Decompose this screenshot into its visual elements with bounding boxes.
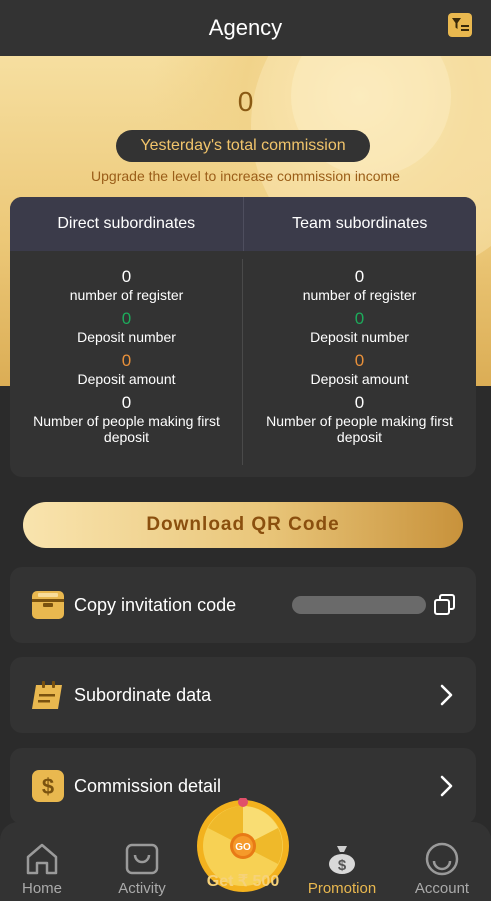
stat-first-deposit: 0 Number of people making first deposit xyxy=(243,393,476,445)
subordinate-data-row[interactable]: Subordinate data xyxy=(10,657,476,733)
stat-value: 0 xyxy=(121,309,132,328)
account-icon xyxy=(423,840,461,878)
stat-label: Deposit amount xyxy=(77,371,176,387)
svg-text:$: $ xyxy=(42,774,54,799)
direct-stats-column: 0 number of register 0 Deposit number 0 … xyxy=(10,251,243,477)
stat-first-deposit: 0 Number of people making first deposit xyxy=(10,393,243,445)
activity-icon xyxy=(123,840,161,878)
money-bag-icon: $ xyxy=(323,840,361,878)
home-icon xyxy=(23,840,61,878)
copy-icon[interactable] xyxy=(432,592,458,618)
stat-deposit-amount: 0 Deposit amount xyxy=(243,351,476,387)
wheel-go-label: GO xyxy=(235,842,251,853)
stat-label: Deposit number xyxy=(77,329,176,345)
copy-invitation-label: Copy invitation code xyxy=(74,594,237,615)
tab-promotion[interactable]: $ Promotion xyxy=(297,822,387,901)
commission-label: Yesterday's total commission xyxy=(116,130,370,162)
stat-register: 0 number of register xyxy=(243,267,476,303)
stat-deposit-amount: 0 Deposit amount xyxy=(10,351,243,387)
stat-value: 0 xyxy=(354,309,365,328)
stat-value: 0 xyxy=(354,393,365,412)
stat-value: 0 xyxy=(354,351,365,370)
dollar-icon: $ xyxy=(30,768,66,804)
subordinates-stats-card: Direct subordinates Team subordinates 0 … xyxy=(10,197,476,477)
app-header: Agency xyxy=(0,0,491,56)
stat-deposit-number: 0 Deposit number xyxy=(243,309,476,345)
page-title: Agency xyxy=(208,15,283,40)
tab-label: Account xyxy=(414,880,470,897)
tab-account[interactable]: Account xyxy=(397,822,487,901)
promo-bonus-label: Get ₹ 500 xyxy=(206,873,280,890)
stat-label: Number of people making first deposit xyxy=(33,413,220,445)
stat-value: 0 xyxy=(121,267,132,286)
copy-invitation-row[interactable]: Copy invitation code xyxy=(10,567,476,643)
direct-subordinates-title: Direct subordinates xyxy=(10,197,244,251)
tab-label: Activity xyxy=(118,880,166,897)
subordinate-data-label: Subordinate data xyxy=(74,684,212,705)
stat-label: number of register xyxy=(302,287,417,303)
team-stats-column: 0 number of register 0 Deposit number 0 … xyxy=(243,251,476,477)
tab-home[interactable]: Home xyxy=(0,822,87,901)
stat-label: Number of people making first deposit xyxy=(266,413,453,445)
chevron-right-icon xyxy=(440,684,453,706)
filter-button[interactable] xyxy=(447,12,473,38)
stat-deposit-number: 0 Deposit number xyxy=(10,309,243,345)
commission-value: 0 xyxy=(237,86,254,117)
stat-value: 0 xyxy=(354,267,365,286)
invitation-code-value xyxy=(292,596,426,614)
svg-text:$: $ xyxy=(338,857,347,874)
stat-label: number of register xyxy=(69,287,184,303)
filter-icon xyxy=(448,13,472,37)
stats-header: Direct subordinates Team subordinates xyxy=(10,197,476,251)
commission-detail-label: Commission detail xyxy=(74,775,222,796)
tab-label: Promotion xyxy=(307,880,377,897)
invitation-box-icon xyxy=(30,587,66,623)
column-divider xyxy=(242,259,243,465)
tab-activity[interactable]: Activity xyxy=(97,822,187,901)
stat-label: Deposit amount xyxy=(310,371,409,387)
team-subordinates-title: Team subordinates xyxy=(292,215,428,232)
stat-value: 0 xyxy=(121,351,132,370)
stats-body: 0 number of register 0 Deposit number 0 … xyxy=(10,251,476,477)
calendar-icon xyxy=(30,677,66,713)
chevron-right-icon xyxy=(440,775,453,797)
tab-label: Home xyxy=(21,880,62,897)
download-qr-button[interactable]: Download QR Code xyxy=(23,502,463,548)
stat-value: 0 xyxy=(121,393,132,412)
upgrade-hint: Upgrade the level to increase commission… xyxy=(91,168,400,184)
stat-register: 0 number of register xyxy=(10,267,243,303)
stat-label: Deposit number xyxy=(310,329,409,345)
